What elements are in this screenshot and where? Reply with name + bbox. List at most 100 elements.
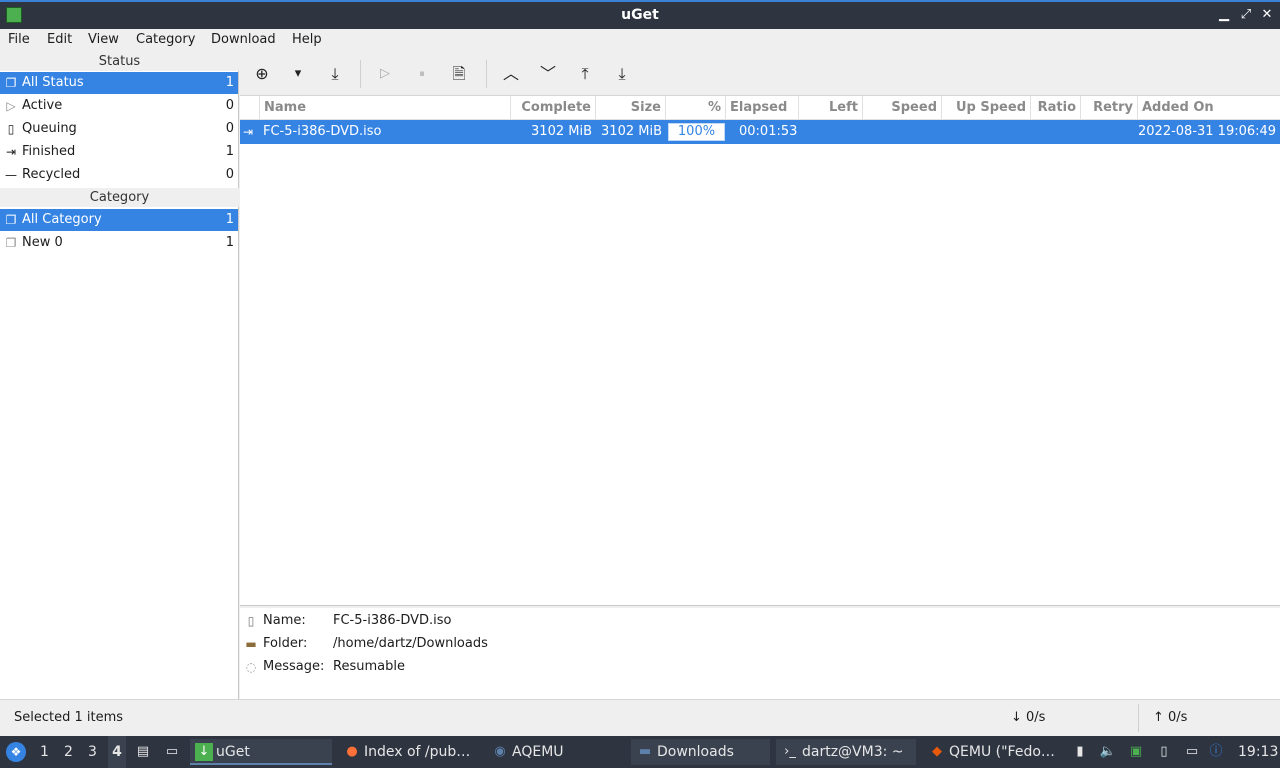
volume-icon[interactable]: 🔈 [1099,743,1117,761]
finished-icon: ⇥ [243,125,254,139]
move-up-button[interactable]: ︿ [500,63,522,85]
network-icon[interactable]: ▭ [1183,743,1201,761]
category-icon: ❐ [5,236,17,250]
workspace-1[interactable]: 1 [40,736,49,768]
category-item-new[interactable]: ❐ New 0 1 [0,232,238,254]
firefox-icon: ● [346,744,358,759]
column-retry[interactable]: Retry [1081,96,1138,120]
detail-folder-value: /home/dartz/Downloads [333,636,488,651]
cell-name: FC-5-i386-DVD.iso [263,124,382,139]
uget-tray-icon[interactable]: ▣ [1127,743,1145,761]
menu-file[interactable]: File [8,32,30,47]
progress-bar: 100% [668,123,725,141]
file-icon: ▯ [247,614,255,628]
task-uget[interactable]: ↓ uGet [190,739,332,765]
move-top-button[interactable]: ⤒ [574,63,596,85]
toolbar-separator [360,60,361,88]
move-bottom-button[interactable]: ⤓ [611,63,633,85]
clipboard-icon[interactable]: ▯ [1155,743,1173,761]
table-row[interactable]: ⇥ FC-5-i386-DVD.iso 3102 MiB 3102 MiB 10… [240,120,1280,144]
move-down-button[interactable]: ﹀ [537,63,559,85]
column-complete[interactable]: Complete [511,96,596,120]
menu-bar: File Edit View Category Download Help [0,29,1280,52]
storage-icon[interactable]: ▮ [1071,743,1089,761]
status-item-count: 0 [225,167,234,182]
status-item-label: Queuing [22,121,77,136]
close-button[interactable]: ✕ [1258,6,1276,24]
menu-edit[interactable]: Edit [47,32,72,47]
status-item-active[interactable]: ▷ Active 0 [0,95,238,117]
download-speed: ↓ 0/s [1011,710,1046,725]
workspace-3[interactable]: 3 [88,736,97,768]
cell-ratio [1031,120,1077,144]
column-name[interactable]: Name [260,96,511,120]
workspace-4[interactable]: 4 [108,736,126,768]
status-item-count: 1 [225,75,234,90]
detail-name-label: Name: [263,613,306,628]
menu-view[interactable]: View [88,32,119,47]
task-firefox[interactable]: ● Index of /pub… [338,739,478,765]
file-manager-icon[interactable]: ▤ [134,743,152,761]
detail-name-value: FC-5-i386-DVD.iso [333,613,452,628]
recycled-icon: — [5,168,17,182]
all-status-icon: ❐ [5,76,17,90]
minimize-button[interactable]: ▁ [1215,6,1233,24]
save-button[interactable]: ⤓ [324,63,346,85]
cell-speed [863,120,938,144]
new-download-button[interactable]: ⊕ [251,63,273,85]
status-item-finished[interactable]: ⇥ Finished 1 [0,141,238,163]
column-status[interactable] [240,96,260,120]
column-elapsed[interactable]: Elapsed [726,96,799,120]
category-item-label: All Category [22,212,102,227]
properties-button[interactable]: 🗎 [448,63,470,85]
category-item-label: New 0 [22,235,63,250]
menu-category[interactable]: Category [136,32,195,47]
cell-added-on: 2022-08-31 19:06:49 [1138,124,1277,139]
task-label: Downloads [657,744,734,760]
column-size[interactable]: Size [596,96,666,120]
status-separator [1138,704,1139,732]
column-left[interactable]: Left [799,96,863,120]
details-panel: ▯ Name: FC-5-i386-DVD.iso ▬ Folder: /hom… [240,608,1280,699]
category-item-all[interactable]: ❐ All Category 1 [0,209,238,231]
task-label: AQEMU [512,744,564,760]
status-item-count: 0 [225,98,234,113]
notification-icon[interactable]: ⓘ [1207,743,1225,761]
task-label: QEMU ("Fedo… [949,744,1055,760]
desktop-icon[interactable]: ▭ [163,743,181,761]
taskbar: ❖ 1 2 3 4 ▤ ▭ ↓ uGet ● Index of /pub… ◉ … [0,736,1280,768]
task-qemu[interactable]: ◆ QEMU ("Fedo… [923,739,1063,765]
maximize-button[interactable]: ⤢ [1237,6,1255,24]
status-header: Status [0,52,239,71]
task-label: Index of /pub… [364,744,471,760]
category-item-count: 1 [225,212,234,227]
column-up-speed[interactable]: Up Speed [942,96,1031,120]
column-percent[interactable]: % [666,96,726,120]
task-terminal[interactable]: ›_ dartz@VM3: ~ [776,739,916,765]
pause-button[interactable]: ⏸ [411,63,433,85]
selected-count: Selected 1 items [14,710,124,725]
new-dropdown-button[interactable]: ▾ [287,63,309,85]
lightbulb-icon: ◌ [245,660,257,674]
status-item-all[interactable]: ❐ All Status 1 [0,72,238,94]
download-list: Name Complete Size % Elapsed Left Speed … [240,96,1280,606]
start-menu-icon[interactable]: ❖ [6,742,26,762]
workspace-2[interactable]: 2 [64,736,73,768]
sidebar: Status ❐ All Status 1 ▷ Active 0 ▯ Queui… [0,52,239,699]
status-item-recycled[interactable]: — Recycled 0 [0,164,238,186]
column-added-on[interactable]: Added On [1138,96,1280,120]
task-downloads[interactable]: ▬ Downloads [631,739,770,765]
finished-icon: ⇥ [5,145,17,159]
uget-icon: ↓ [195,743,213,761]
start-button[interactable]: ▷ [374,63,396,85]
column-speed[interactable]: Speed [863,96,942,120]
task-aqemu[interactable]: ◉ AQEMU [486,739,624,765]
status-item-label: All Status [22,75,84,90]
menu-download[interactable]: Download [211,32,276,47]
menu-help[interactable]: Help [292,32,322,47]
status-item-label: Finished [22,144,76,159]
status-item-queuing[interactable]: ▯ Queuing 0 [0,118,238,140]
active-indicator [190,763,332,765]
title-bar: uGet ▁ ⤢ ✕ [0,0,1280,29]
column-ratio[interactable]: Ratio [1031,96,1081,120]
